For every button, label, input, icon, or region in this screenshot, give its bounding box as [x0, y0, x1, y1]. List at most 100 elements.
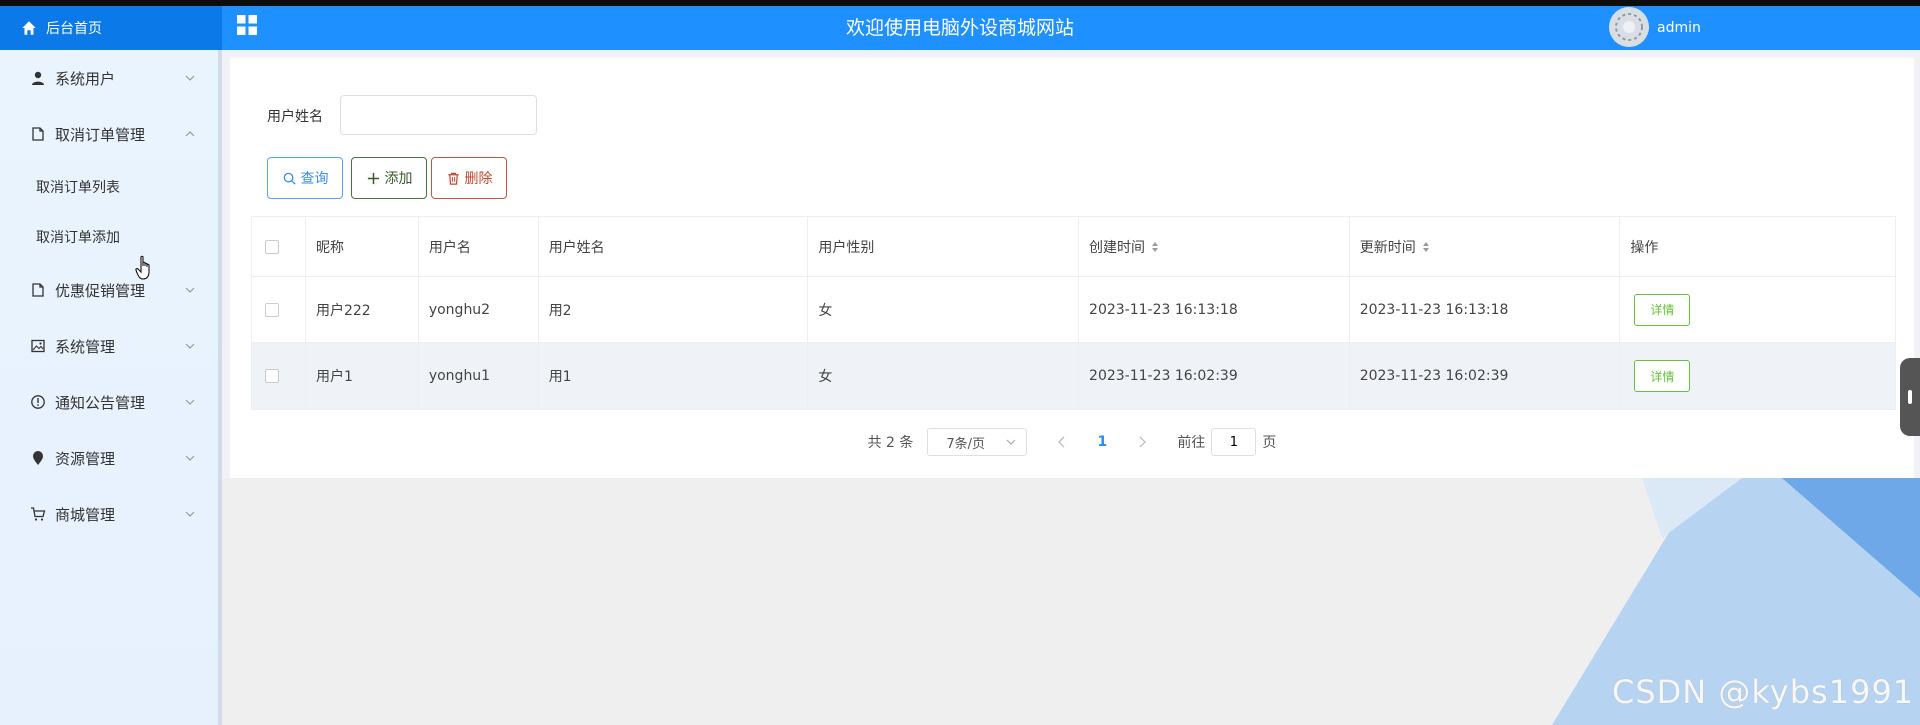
document-icon: [32, 127, 44, 141]
sidebar-item-system-users[interactable]: 系统用户: [0, 50, 218, 106]
sidebar-item-label: 商城管理: [55, 505, 116, 524]
column-header-sortable[interactable]: 创建时间: [1079, 217, 1350, 276]
hand-cursor-icon: [135, 255, 150, 280]
sidebar-item-label: 优惠促销管理: [55, 281, 146, 300]
cart-icon: [31, 507, 46, 521]
detail-button[interactable]: 详情: [1634, 360, 1691, 392]
sidebar-subitem-label: 取消订单列表: [36, 180, 120, 196]
column-header: 用户姓名: [539, 217, 809, 276]
search-icon: [283, 172, 296, 185]
sidebar-item-promotions[interactable]: 优惠促销管理: [0, 262, 218, 318]
chevron-down-icon: [185, 75, 195, 81]
pagination: 共 2 条 7条/页 1 前往 页: [230, 427, 1914, 457]
row-checkbox[interactable]: [265, 302, 279, 317]
page-number-current[interactable]: 1: [1085, 434, 1119, 450]
chevron-down-icon: [185, 511, 195, 517]
cell-realname: 用1: [539, 343, 809, 409]
user-avatar[interactable]: [1609, 7, 1649, 47]
sidebar-subitem-cancel-order-list[interactable]: 取消订单列表: [0, 162, 218, 212]
search-input[interactable]: [340, 95, 537, 135]
query-button-label: 查询: [300, 171, 329, 187]
cell-created: 2023-11-23 16:13:18: [1079, 277, 1350, 342]
user-icon: [32, 71, 44, 85]
column-header-sortable[interactable]: 更新时间: [1350, 217, 1621, 276]
sidebar-menu: 系统用户 取消订单管理 取消订单列表 取消订单添加 优惠促销管理 系统管理 通知…: [0, 50, 222, 725]
cell-gender: 女: [808, 343, 1080, 409]
column-header-label: 创建时间: [1089, 239, 1146, 256]
username-label[interactable]: admin: [1657, 6, 1701, 50]
sidebar-item-label: 资源管理: [55, 449, 116, 468]
page-suffix: 页: [1262, 435, 1277, 451]
chevron-left-icon: [1058, 436, 1065, 448]
sidebar-item-label: 取消订单管理: [55, 125, 146, 144]
column-header: 操作: [1620, 217, 1895, 276]
chevron-down-icon: [185, 343, 195, 349]
sidebar-item-mall[interactable]: 商城管理: [0, 486, 218, 542]
delete-button-label: 删除: [464, 171, 493, 187]
sort-icon[interactable]: [1422, 241, 1430, 253]
detail-button[interactable]: 详情: [1634, 293, 1691, 326]
data-table: 昵称 用户名 用户姓名 用户性别 创建时间 更新时间 操作 用户222 yong…: [251, 216, 1896, 410]
next-page-button[interactable]: [1125, 428, 1159, 456]
grid-menu-icon[interactable]: [236, 14, 258, 36]
cell-action: 详情: [1620, 277, 1895, 342]
column-header-label: 用户性别: [818, 239, 875, 256]
column-header-label: 更新时间: [1359, 239, 1416, 256]
page-size-value: 7条/页: [946, 436, 986, 452]
cell-gender: 女: [808, 277, 1080, 342]
cell-username: yonghu1: [419, 343, 539, 409]
sidebar-item-system-management[interactable]: 系统管理: [0, 318, 218, 374]
plus-icon: [367, 172, 379, 184]
home-label: 后台首页: [46, 21, 102, 37]
chevron-up-icon: [185, 131, 195, 137]
cell-action: 详情: [1620, 343, 1895, 409]
table-header-row: 昵称 用户名 用户姓名 用户性别 创建时间 更新时间 操作: [252, 217, 1895, 277]
prev-page-button[interactable]: [1045, 428, 1079, 456]
sidebar-item-label: 系统用户: [55, 69, 116, 88]
goto-label: 前往: [1177, 435, 1206, 451]
info-circle-icon: [31, 395, 45, 409]
chevron-right-icon: [1139, 436, 1147, 448]
query-button[interactable]: 查询: [267, 157, 343, 199]
table-row: 用户222 yonghu2 用2 女 2023-11-23 16:13:18 2…: [252, 277, 1895, 343]
row-checkbox[interactable]: [265, 369, 279, 383]
column-header-label: 用户名: [428, 239, 471, 256]
page-size-select[interactable]: 7条/页: [927, 428, 1028, 456]
cell-nickname: 用户222: [306, 277, 419, 342]
pagination-total: 共 2 条: [867, 435, 914, 451]
cell-username: yonghu2: [419, 277, 539, 342]
header-checkbox-cell: [252, 217, 306, 276]
cell-realname: 用2: [539, 277, 809, 342]
column-header-label: 用户姓名: [548, 239, 605, 256]
column-header: 昵称: [306, 217, 419, 276]
chevron-down-icon: [1006, 439, 1016, 445]
column-header: 用户名: [419, 217, 539, 276]
location-pin-icon: [33, 451, 43, 465]
add-button-label: 添加: [384, 171, 413, 187]
chevron-down-icon: [185, 399, 195, 405]
add-button[interactable]: 添加: [351, 157, 427, 199]
side-scroll-handle[interactable]: [1900, 358, 1920, 436]
select-all-checkbox[interactable]: [265, 239, 279, 254]
watermark-text: CSDN @kybs1991: [1612, 673, 1915, 711]
column-header-label: 操作: [1630, 239, 1659, 256]
document-icon: [32, 283, 44, 297]
cell-updated: 2023-11-23 16:02:39: [1350, 343, 1621, 409]
sidebar-subitem-cancel-order-add[interactable]: 取消订单添加: [0, 212, 218, 262]
chevron-down-icon: [185, 287, 195, 293]
trash-icon: [447, 172, 459, 185]
sidebar-subitem-label: 取消订单添加: [36, 230, 120, 246]
sidebar-item-announcements[interactable]: 通知公告管理: [0, 374, 218, 430]
sidebar-item-resources[interactable]: 资源管理: [0, 430, 218, 486]
sort-icon[interactable]: [1151, 241, 1159, 253]
home-icon: [22, 21, 36, 35]
avatar-image-icon: [1609, 7, 1649, 47]
sidebar-item-cancel-orders[interactable]: 取消订单管理: [0, 106, 218, 162]
delete-button[interactable]: 删除: [431, 157, 507, 199]
chevron-down-icon: [185, 455, 195, 461]
home-link[interactable]: 后台首页: [0, 6, 222, 50]
content-panel: 用户姓名 查询 添加 删除 昵称 用户名 用户姓名 用户性别 创建时间 更新时间…: [230, 58, 1914, 478]
row-checkbox-cell: [252, 277, 306, 342]
goto-page-input[interactable]: [1211, 428, 1257, 456]
column-header-label: 昵称: [315, 239, 344, 256]
